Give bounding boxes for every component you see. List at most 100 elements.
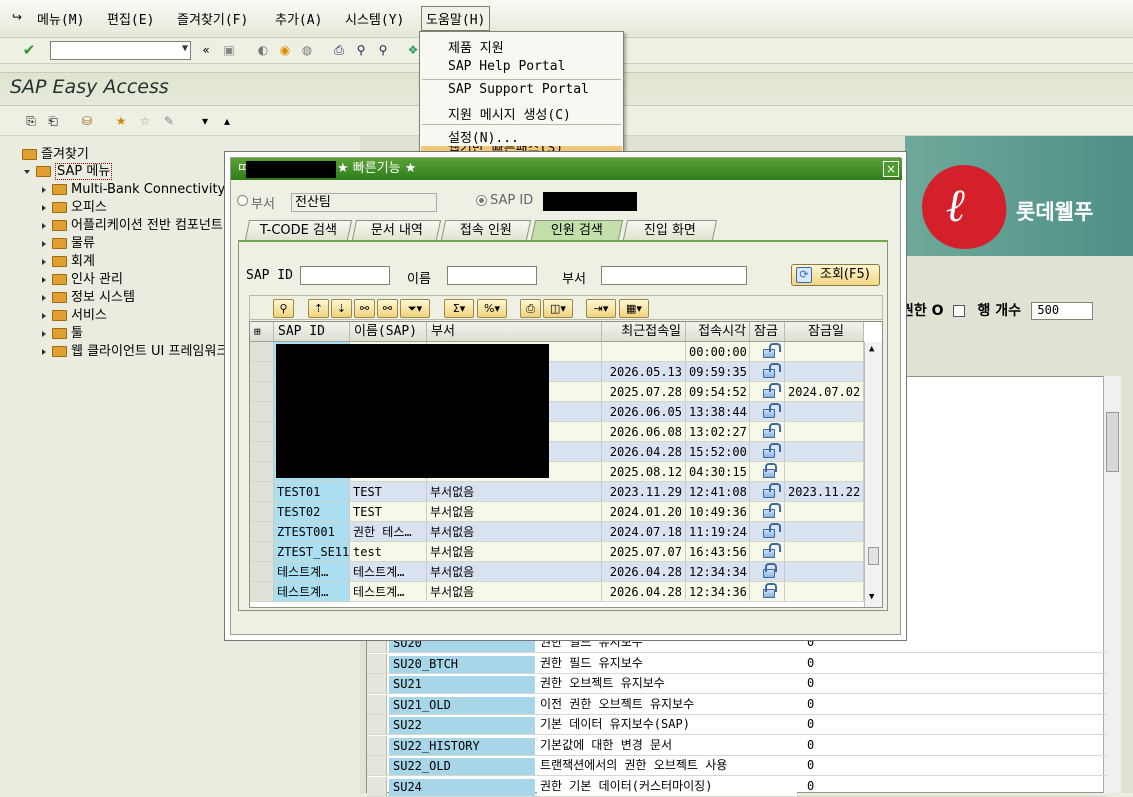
sapid-radio[interactable]: [476, 195, 487, 206]
lock-cell[interactable]: [750, 482, 785, 502]
col-header-login-time[interactable]: 접속시각: [686, 322, 750, 342]
row-selector[interactable]: [250, 542, 274, 562]
move-down-icon[interactable]: ▾: [196, 113, 214, 129]
lock-cell[interactable]: [750, 522, 785, 542]
col-header-sapid[interactable]: SAP ID: [274, 322, 350, 342]
back-arrows-icon[interactable]: «: [197, 42, 215, 58]
tab-tcode-search[interactable]: T-CODE 검색: [244, 220, 353, 240]
background-table-row[interactable]: SU24 권한 기본 데이터(커스터마이징) 0: [367, 776, 1107, 797]
tree-item[interactable]: Multi-Bank Connectivity: [42, 181, 225, 199]
scroll-up-icon[interactable]: ▲: [869, 344, 874, 354]
print-icon[interactable]: ⎙: [330, 42, 348, 58]
find-icon[interactable]: ⚲: [352, 42, 370, 58]
scroll-down-icon[interactable]: ▼: [869, 592, 874, 602]
tree-item[interactable]: 회계: [42, 253, 95, 271]
expand-icon[interactable]: [24, 169, 30, 174]
row-selector[interactable]: [250, 462, 274, 482]
tree-item[interactable]: 오피스: [42, 199, 107, 217]
unlocked-icon[interactable]: [762, 363, 781, 378]
row-selector[interactable]: [367, 715, 387, 734]
menu-item-edit[interactable]: 편집(E): [107, 9, 154, 28]
sort-ascending-icon[interactable]: ⇡: [308, 299, 329, 318]
grid-scrollbar[interactable]: ▲ ▼: [864, 342, 882, 607]
row-selector[interactable]: [250, 402, 274, 422]
sap-menu-icon[interactable]: ⎗: [44, 113, 62, 129]
lock-cell[interactable]: [750, 462, 785, 482]
lock-cell[interactable]: [750, 562, 785, 582]
name-search-input[interactable]: [447, 266, 537, 285]
exit-icon[interactable]: ◉: [276, 42, 294, 58]
row-selector[interactable]: [367, 653, 387, 673]
row-selector[interactable]: [250, 482, 274, 502]
locked-icon[interactable]: [762, 563, 777, 578]
auth-checkbox[interactable]: [953, 305, 965, 317]
expand-icon[interactable]: [42, 186, 46, 193]
views-icon[interactable]: ◫▾: [543, 299, 573, 318]
tree-item[interactable]: 물류: [42, 235, 95, 253]
col-header-lock[interactable]: 잠금: [750, 322, 785, 342]
unlocked-icon[interactable]: [762, 403, 781, 418]
help-menu-item[interactable]: SAP Help Portal: [448, 59, 565, 74]
export-icon[interactable]: ⇥▾: [586, 299, 616, 318]
scroll-handle[interactable]: [868, 547, 879, 565]
background-table-row[interactable]: SU20_BTCH 권한 필드 유지보수 0: [367, 653, 1107, 674]
col-header-name[interactable]: 이름(SAP): [350, 322, 427, 342]
row-selector[interactable]: [367, 735, 387, 755]
sort-descending-icon[interactable]: ⇣: [331, 299, 352, 318]
save-icon[interactable]: ▣: [220, 42, 238, 58]
tab-document-history[interactable]: 문서 내역: [351, 220, 442, 240]
row-selector[interactable]: [250, 382, 274, 402]
delete-favorite-icon[interactable]: ☆: [136, 113, 154, 129]
command-field[interactable]: ▼: [50, 41, 191, 60]
add-favorite-icon[interactable]: ★: [112, 113, 130, 129]
help-menu-item[interactable]: 제품 지원: [448, 37, 504, 56]
filter-icon[interactable]: ⏷▾: [400, 299, 430, 318]
unlocked-icon[interactable]: [762, 443, 781, 458]
unlocked-icon[interactable]: [762, 383, 781, 398]
dept-search-input[interactable]: [601, 266, 747, 285]
select-all-header[interactable]: ⊞: [250, 322, 274, 342]
background-table-row[interactable]: SU22_HISTORY 기본값에 대한 변경 문서 0: [367, 735, 1107, 756]
details-icon[interactable]: ⚲: [273, 299, 294, 318]
tab-connected-users[interactable]: 접속 인원: [440, 220, 532, 240]
row-selector[interactable]: [250, 362, 274, 382]
background-table-row[interactable]: SU22 기본 데이터 유지보수(SAP) 0: [367, 715, 1107, 735]
background-table-row[interactable]: SU21 권한 오브젝트 유지보수 0: [367, 674, 1107, 694]
other-menu-icon[interactable]: ⛁: [78, 113, 96, 129]
tree-item[interactable]: 서비스: [42, 307, 107, 325]
col-header-last-login-date[interactable]: 최근접속일: [602, 322, 686, 342]
move-up-icon[interactable]: ▴: [218, 113, 236, 129]
menu-item-favorites[interactable]: 즐겨찾기(F): [177, 9, 248, 28]
unlocked-icon[interactable]: [762, 503, 781, 518]
background-table-row[interactable]: SU21_OLD 이전 권한 오브젝트 유지보수 0: [367, 694, 1107, 715]
lock-cell[interactable]: [750, 502, 785, 522]
menu-item-menu[interactable]: 메뉴(M): [37, 9, 84, 28]
row-selector[interactable]: [367, 694, 387, 714]
lock-cell[interactable]: [750, 342, 785, 362]
help-menu-item[interactable]: 설정(N)...: [448, 127, 519, 146]
expand-icon[interactable]: [42, 204, 46, 211]
row-selector[interactable]: [250, 522, 274, 542]
row-count-input[interactable]: 500: [1031, 302, 1094, 320]
row-selector[interactable]: [250, 502, 274, 522]
chevron-down-icon[interactable]: ▼: [182, 43, 188, 54]
subtotal-icon[interactable]: %▾: [477, 299, 507, 318]
row-selector[interactable]: [250, 342, 274, 362]
expand-icon[interactable]: [42, 222, 46, 229]
sum-icon[interactable]: Σ▾: [444, 299, 474, 318]
cancel-icon[interactable]: ◍: [298, 42, 316, 58]
print-icon[interactable]: ⎙: [520, 299, 541, 318]
tree-item[interactable]: 정보 시스템: [42, 289, 135, 307]
lock-cell[interactable]: [750, 382, 785, 402]
tree-item[interactable]: 툴: [42, 325, 83, 343]
close-icon[interactable]: ×: [883, 161, 899, 177]
row-selector[interactable]: [250, 582, 274, 602]
expand-icon[interactable]: [42, 276, 46, 283]
tab-user-search[interactable]: 인원 검색: [530, 220, 624, 240]
expand-icon[interactable]: [42, 348, 46, 355]
expand-icon[interactable]: [42, 312, 46, 319]
tree-item[interactable]: 인사 관리: [42, 271, 123, 289]
tree-favorites[interactable]: 즐겨찾기: [22, 146, 89, 164]
unlocked-icon[interactable]: [762, 423, 781, 438]
menu-item-system[interactable]: 시스템(Y): [345, 9, 404, 28]
